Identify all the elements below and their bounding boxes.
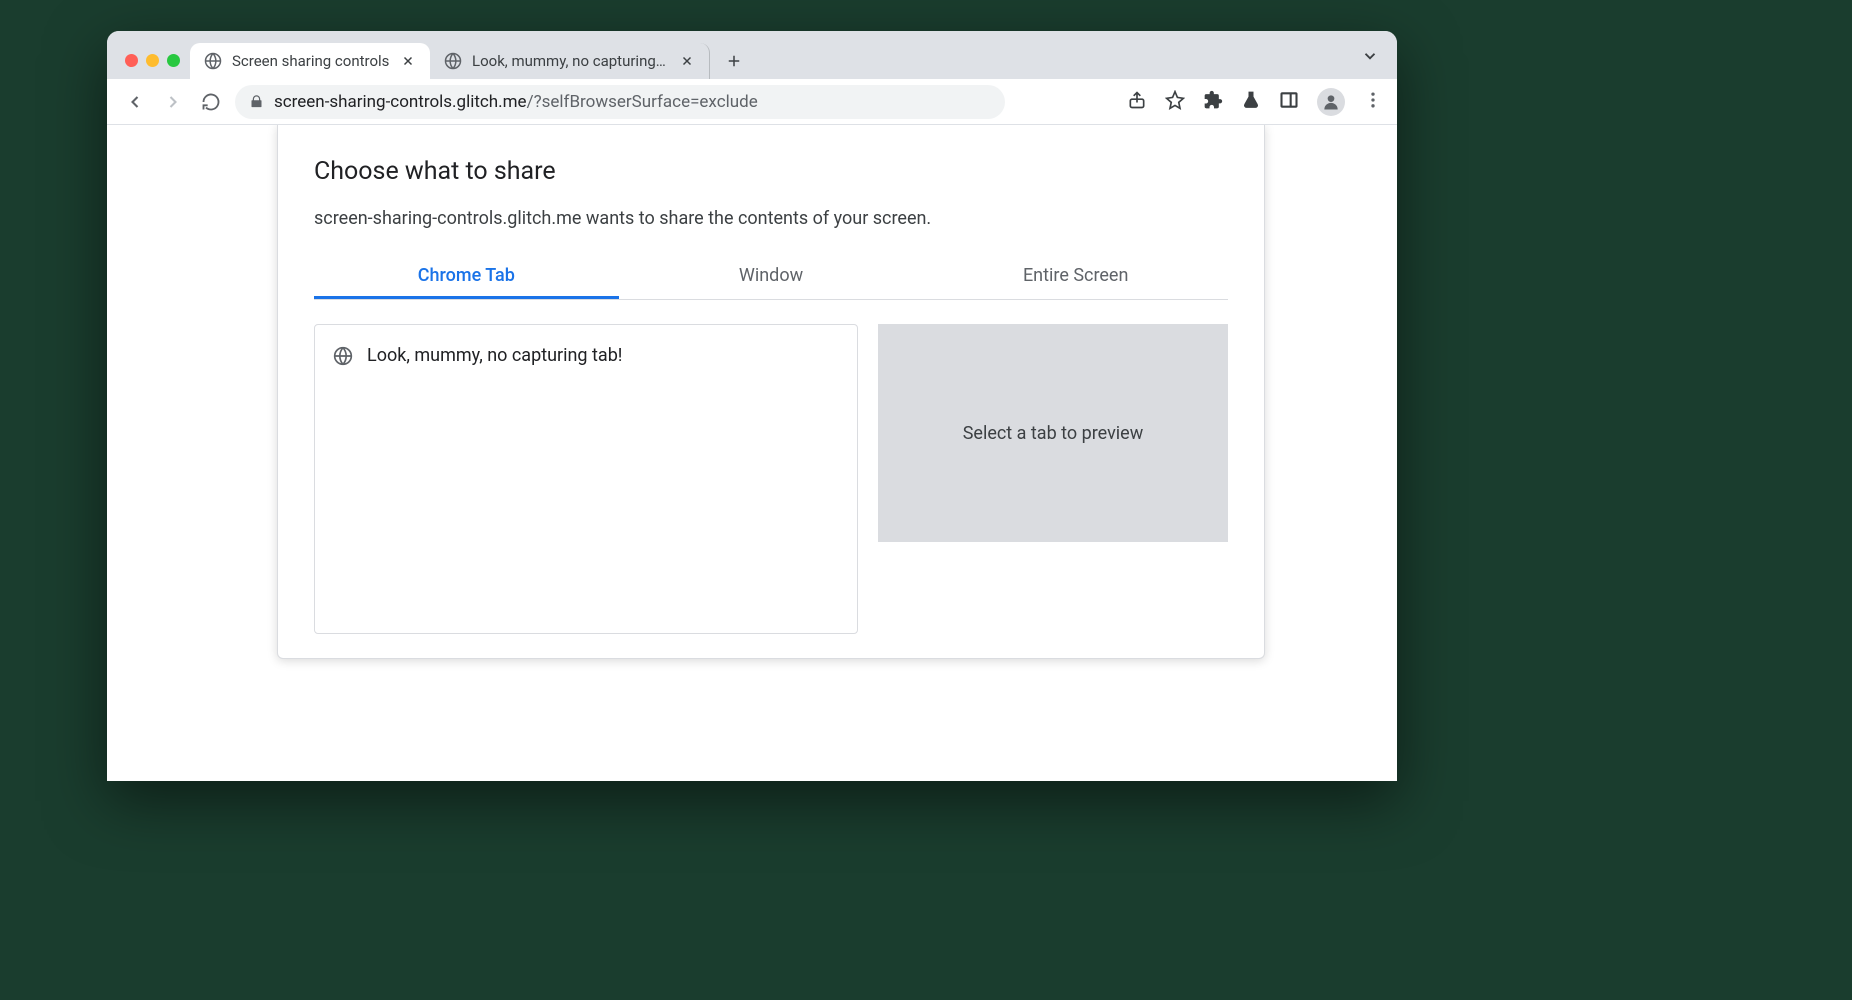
url-text: screen-sharing-controls.glitch.me/?selfB… — [274, 92, 758, 112]
browser-tab-active[interactable]: Screen sharing controls — [190, 43, 430, 79]
side-panel-button[interactable] — [1279, 90, 1299, 114]
browser-tab[interactable]: Look, mummy, no capturing tab — [430, 43, 710, 79]
window-minimize-button[interactable] — [146, 54, 159, 67]
window-controls — [125, 54, 190, 79]
dialog-subtitle: screen-sharing-controls.glitch.me wants … — [314, 208, 1228, 229]
tab-list-item[interactable]: Look, mummy, no capturing tab! — [329, 339, 843, 372]
dialog-tab-chrome-tab[interactable]: Chrome Tab — [314, 255, 619, 299]
tab-list-item-title: Look, mummy, no capturing tab! — [367, 345, 622, 366]
address-bar[interactable]: screen-sharing-controls.glitch.me/?selfB… — [235, 85, 1005, 119]
reload-button[interactable] — [197, 88, 225, 116]
dialog-tab-entire-screen[interactable]: Entire Screen — [923, 255, 1228, 299]
tab-strip: Screen sharing controls Look, mummy, no … — [190, 43, 1397, 79]
page-content: Choose what to share screen-sharing-cont… — [107, 125, 1397, 781]
dialog-title: Choose what to share — [314, 157, 1228, 186]
profile-avatar[interactable] — [1317, 88, 1345, 116]
preview-pane: Select a tab to preview — [878, 324, 1228, 542]
browser-window: Screen sharing controls Look, mummy, no … — [107, 31, 1397, 781]
tab-list: Look, mummy, no capturing tab! — [314, 324, 858, 634]
menu-button[interactable] — [1363, 90, 1383, 114]
toolbar-actions — [1127, 88, 1383, 116]
dialog-body: Look, mummy, no capturing tab! Select a … — [314, 300, 1228, 658]
preview-placeholder: Select a tab to preview — [963, 423, 1144, 444]
extensions-button[interactable] — [1203, 90, 1223, 114]
dialog-tab-window[interactable]: Window — [619, 255, 924, 299]
tab-title: Screen sharing controls — [232, 52, 390, 70]
back-button[interactable] — [121, 88, 149, 116]
tab-close-button[interactable] — [400, 53, 416, 69]
globe-icon — [444, 52, 462, 70]
forward-button[interactable] — [159, 88, 187, 116]
globe-icon — [333, 346, 353, 366]
share-button[interactable] — [1127, 90, 1147, 114]
labs-button[interactable] — [1241, 90, 1261, 114]
tab-bar: Screen sharing controls Look, mummy, no … — [107, 31, 1397, 79]
new-tab-button[interactable] — [720, 47, 748, 75]
lock-icon — [249, 94, 264, 109]
window-close-button[interactable] — [125, 54, 138, 67]
tabs-dropdown-button[interactable] — [1361, 47, 1379, 69]
browser-toolbar: screen-sharing-controls.glitch.me/?selfB… — [107, 79, 1397, 125]
share-dialog: Choose what to share screen-sharing-cont… — [277, 125, 1265, 659]
bookmark-button[interactable] — [1165, 90, 1185, 114]
window-maximize-button[interactable] — [167, 54, 180, 67]
dialog-tabs: Chrome Tab Window Entire Screen — [314, 255, 1228, 300]
tab-close-button[interactable] — [679, 53, 695, 69]
globe-icon — [204, 52, 222, 70]
tab-title: Look, mummy, no capturing tab — [472, 52, 669, 70]
